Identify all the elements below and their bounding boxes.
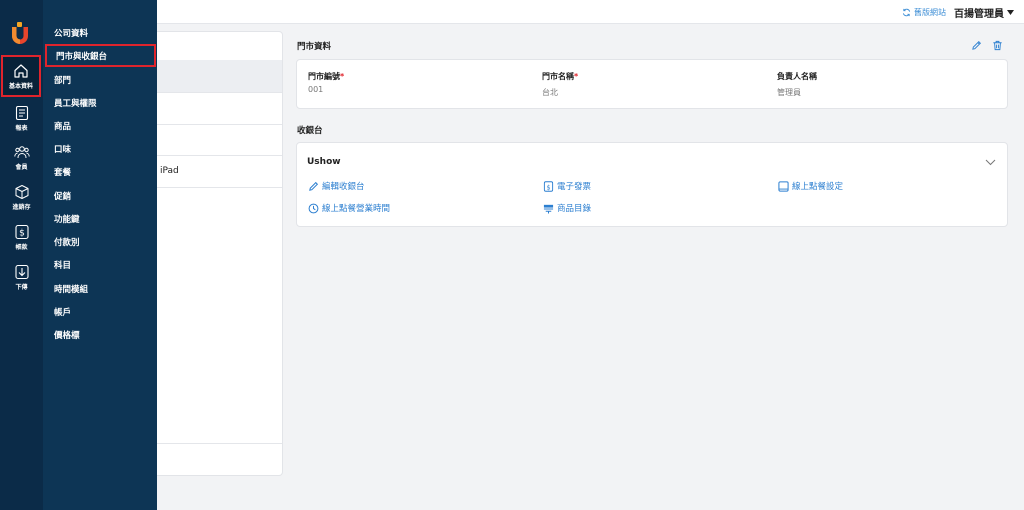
- sync-icon: [902, 8, 911, 17]
- svg-text:$: $: [546, 183, 550, 191]
- divider: [157, 443, 282, 444]
- rail-item-basic-data[interactable]: 基本資料: [1, 55, 41, 97]
- rail-label: 會員: [15, 163, 28, 171]
- submenu-item-function-keys[interactable]: 功能鍵: [43, 207, 157, 230]
- submenu-item-payment-types[interactable]: 付款別: [43, 230, 157, 253]
- list-item[interactable]: [157, 60, 282, 93]
- submenu-item-products[interactable]: 商品: [43, 114, 157, 137]
- members-icon: [13, 145, 30, 158]
- submenu-item-company[interactable]: 公司資料: [43, 21, 157, 44]
- submenu-item-bank-accounts[interactable]: 帳戶: [43, 300, 157, 323]
- user-menu[interactable]: 百揚管理員: [954, 5, 1014, 20]
- edit-store-button[interactable]: [969, 38, 983, 52]
- rail-item-report[interactable]: 報表: [0, 101, 43, 135]
- submenu-item-staff-permissions[interactable]: 員工與權限: [43, 91, 157, 114]
- submenu-item-department[interactable]: 部門: [43, 68, 157, 91]
- store-list-panel: iPad: [157, 31, 283, 476]
- trash-icon: [992, 40, 1002, 50]
- basic-data-submenu: 公司資料 門市與收銀台 部門 員工與權限 商品 口味 套餐 促銷 功能鍵 付款別…: [43, 0, 157, 510]
- rail-item-accounts[interactable]: $ 帳款: [0, 220, 43, 254]
- edit-pos-link[interactable]: 編輯收銀台: [308, 180, 365, 192]
- home-icon: [14, 63, 28, 78]
- rail-item-download[interactable]: 下傳: [0, 260, 43, 294]
- chevron-down-icon: [985, 159, 995, 165]
- rail-label: 帳款: [15, 243, 28, 251]
- device-type-text: iPad: [160, 166, 179, 176]
- rail-label: 下傳: [15, 283, 28, 291]
- einvoice-link[interactable]: $ 電子發票: [543, 180, 591, 192]
- icon-rail: 基本資料 報表 會員 進銷存 $ 帳款 下傳: [0, 0, 43, 510]
- topbar-actions: 舊版網站 百揚管理員: [902, 5, 1014, 20]
- pencil-icon: [309, 181, 319, 191]
- online-order-settings-link[interactable]: 線上點餐設定: [778, 180, 843, 192]
- rail-label: 基本資料: [8, 82, 33, 90]
- catalog-icon: [543, 204, 554, 214]
- pos-name: Ushow: [307, 157, 341, 167]
- rail-label: 進銷存: [12, 203, 31, 211]
- rail-label: 報表: [15, 124, 28, 132]
- online-order-hours-link[interactable]: 線上點餐營業時間: [308, 202, 390, 214]
- clock-icon: [308, 203, 319, 213]
- download-icon: [14, 264, 29, 279]
- tablet-icon: [778, 180, 789, 192]
- list-item: [157, 125, 282, 156]
- store-name-label: 門市名稱*: [542, 72, 579, 81]
- rail-item-members[interactable]: 會員: [0, 140, 43, 174]
- submenu-item-promotions[interactable]: 促銷: [43, 184, 157, 207]
- pos-card: Ushow 編輯收銀台 $ 電子發票 線上點餐設定 線上點餐營業時間 商品目錄: [296, 142, 1008, 227]
- old-site-link[interactable]: 舊版網站: [902, 7, 946, 18]
- manager-name-label: 負責人名稱: [777, 72, 817, 81]
- caret-down-icon: [1007, 10, 1014, 15]
- pencil-icon: [971, 40, 981, 50]
- submenu-item-subjects[interactable]: 科目: [43, 253, 157, 276]
- rail-item-inventory[interactable]: 進銷存: [0, 180, 43, 214]
- brand-logo: [12, 22, 28, 44]
- submenu-item-flavors[interactable]: 口味: [43, 137, 157, 160]
- store-section-title: 門市資料: [297, 42, 332, 52]
- old-site-label: 舊版網站: [914, 8, 946, 17]
- dollar-icon: $: [14, 224, 29, 239]
- store-name-value: 台北: [542, 88, 558, 97]
- product-catalog-link[interactable]: 商品目錄: [543, 202, 591, 214]
- submenu-item-store-pos[interactable]: 門市與收銀台: [45, 44, 156, 67]
- store-number-value: 001: [308, 85, 324, 94]
- user-name-label: 百揚管理員: [954, 9, 1004, 20]
- submenu-item-price-tags[interactable]: 價格標: [43, 323, 157, 346]
- submenu-item-combos[interactable]: 套餐: [43, 160, 157, 183]
- store-info-card: 門市編號* 001 門市名稱* 台北 負責人名稱 管理員: [296, 59, 1008, 109]
- report-icon: [15, 105, 28, 120]
- svg-text:$: $: [19, 228, 25, 238]
- box-icon: [15, 184, 28, 199]
- expand-pos-button[interactable]: [983, 155, 997, 169]
- delete-store-button[interactable]: [990, 38, 1004, 52]
- dollar-icon: $: [543, 180, 554, 192]
- submenu-item-time-modules[interactable]: 時間模組: [43, 277, 157, 300]
- manager-name-value: 管理員: [777, 88, 801, 97]
- list-item[interactable]: [157, 93, 282, 125]
- pos-section-title: 收銀台: [297, 126, 323, 136]
- store-number-label: 門市編號*: [308, 72, 345, 81]
- list-item[interactable]: iPad: [157, 156, 282, 188]
